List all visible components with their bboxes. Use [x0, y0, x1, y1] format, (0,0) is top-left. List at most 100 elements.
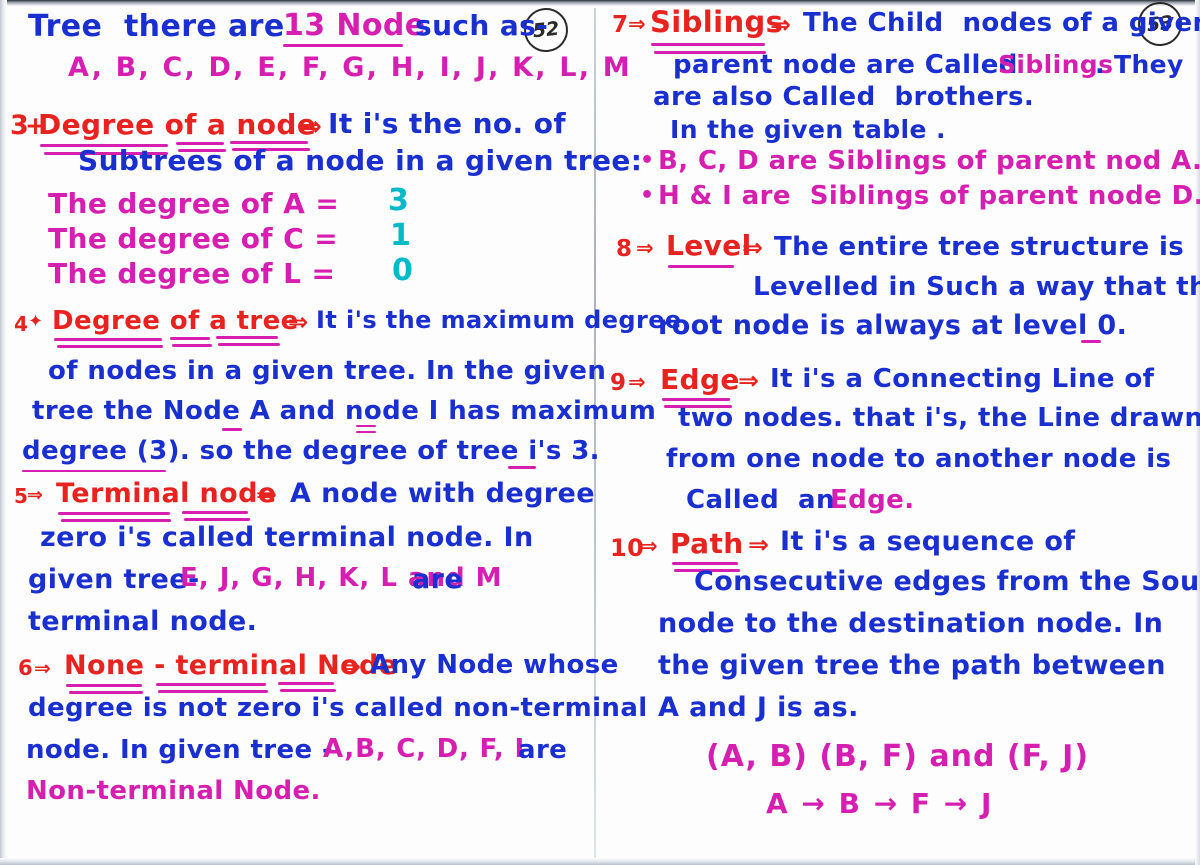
- item-3-line-1: It i's the no. of: [328, 107, 566, 140]
- item-5-arrow: ⇒: [256, 480, 278, 509]
- right-page: 53 7 ⇒ Siblings ⇒ The Child nodes of a g…: [598, 0, 1200, 865]
- item-8-title: Level: [666, 229, 752, 262]
- item-8-bullet: ⇒: [636, 236, 654, 260]
- item-7-arrow: ⇒: [770, 10, 792, 39]
- underline-item-4-f: [218, 343, 280, 346]
- underline-item-6-c: [156, 683, 266, 686]
- intro-text-part2: such as-: [415, 9, 549, 42]
- item-5-line-3-suffix: are: [412, 564, 464, 595]
- item-3-example-1-text: The degree of A =: [48, 187, 340, 220]
- item-3-example-2-value: 1: [390, 218, 412, 253]
- underline-item-4-a: [54, 338, 162, 341]
- item-10-path-chain: A → B → F → J: [766, 787, 994, 820]
- item-4-title: Degree of a tree: [52, 306, 299, 336]
- item-6-line-2: degree is not zero i's called non-termin…: [28, 693, 648, 723]
- item-4-line-3: tree the Node A and node I has maximum: [32, 396, 657, 426]
- item-3-example-3-text: The degree of L =: [48, 257, 336, 290]
- item-9-line-4-prefix: Called an: [686, 485, 835, 515]
- underline-item-5-a: [58, 512, 170, 515]
- underline-level-zero: [1081, 340, 1101, 343]
- underline-item-7-a: [651, 43, 765, 46]
- item-6-line-1: Any Node whose: [370, 650, 619, 680]
- underline-node-count: [283, 44, 403, 47]
- item-8-line-2: Levelled in Such a way that the: [753, 272, 1200, 302]
- item-7-number: 7: [612, 12, 629, 38]
- item-5-line-1: A node with degree: [290, 478, 595, 509]
- underline-item-6-f: [280, 689, 336, 692]
- item-9-keyword-edge: Edge.: [830, 485, 915, 515]
- node-list-all: A, B, C, D, E, F, G, H, I, J, K, L, M: [68, 52, 632, 83]
- underline-item-6-a: [66, 684, 142, 687]
- item-4-bullet: ✦: [28, 311, 44, 332]
- item-7-title: Siblings: [650, 5, 784, 39]
- underline-item-6-e: [278, 682, 334, 685]
- underline-item-5-c: [182, 511, 248, 514]
- item-6-line-3-suffix: are: [518, 735, 568, 765]
- item-9-number: 9: [610, 370, 627, 396]
- underline-node-I-a: [356, 425, 376, 427]
- notebook-page-spread: 52 Tree there are 13 Node such as- A, B,…: [0, 0, 1200, 865]
- item-10-arrow: ⇒: [748, 530, 770, 559]
- item-7-line-4: In the given table .: [670, 115, 946, 144]
- item-3-example-1-value: 3: [388, 183, 410, 218]
- item-6-number: 6: [18, 656, 34, 680]
- item-9-title: Edge: [660, 363, 740, 396]
- item-3-title: Degree of a node: [38, 108, 317, 141]
- item-8-number: 8: [616, 236, 633, 262]
- item-5-bullet: ⇒: [27, 484, 44, 506]
- item-5-line-3-prefix: given tree-: [28, 564, 200, 595]
- underline-item-4-b: [57, 345, 163, 348]
- intro-text-part1: Tree there are: [28, 9, 285, 44]
- item-6-arrow: ⇒: [340, 652, 362, 681]
- underline-item-4-d: [172, 344, 212, 347]
- item-10-line-3: node to the destination node. In: [658, 608, 1164, 639]
- item-7-bullet-dot-2: •: [640, 183, 655, 208]
- item-7-line-1: The Child nodes of a given: [803, 8, 1200, 38]
- item-3-line-2: Subtrees of a node in a given tree:: [78, 144, 643, 177]
- item-10-bullet: ⇒: [640, 534, 658, 558]
- item-10-line-5: A and J is as.: [658, 692, 859, 723]
- underline-item-4-c: [170, 337, 210, 340]
- item-8-line-1: The entire tree structure is: [774, 232, 1185, 262]
- item-7-line-2-prefix: parent node are Called: [673, 50, 1018, 80]
- item-8-arrow: ⇒: [742, 233, 764, 262]
- underline-item-8: [668, 265, 734, 268]
- item-7-sibling-example-1: B, C, D are Siblings of parent nod A.: [658, 146, 1200, 176]
- item-9-line-3: from one node to another node is: [666, 444, 1172, 474]
- item-4-line-2: of nodes in a given tree. In the given: [48, 356, 607, 386]
- item-6-node-list: A,B, C, D, F, I: [323, 734, 525, 764]
- item-6-bullet: ⇒: [34, 656, 52, 680]
- item-3-arrow: ⇒: [300, 112, 323, 142]
- item-3-example-2-text: The degree of C =: [48, 222, 339, 255]
- page-gutter-divider: [594, 8, 596, 858]
- item-6-line-4: Non-terminal Node.: [26, 776, 321, 806]
- item-10-line-4: the given tree the path between: [658, 650, 1166, 681]
- item-4-line-4: degree (3). so the degree of tree i's 3.: [22, 436, 600, 466]
- item-5-title: Terminal node: [56, 478, 277, 509]
- item-5-line-2: zero i's called terminal node. In: [40, 522, 534, 553]
- item-10-line-2: Consecutive edges from the Source: [694, 566, 1200, 597]
- item-6-line-3-prefix: node. In given tree -: [26, 735, 334, 765]
- item-10-line-1: It i's a sequence of: [780, 526, 1076, 557]
- item-7-line-3: are also Called brothers.: [653, 82, 1035, 112]
- underline-node-I-b: [356, 431, 376, 433]
- item-7-bullet-dot-1: •: [640, 148, 655, 173]
- underline-item-10-a: [672, 562, 738, 565]
- item-7-sibling-example-2: H & I are Siblings of parent node D.: [658, 181, 1200, 211]
- item-3-example-3-value: 0: [392, 253, 414, 288]
- item-9-bullet: ⇒: [628, 370, 646, 394]
- underline-node-A: [222, 428, 242, 431]
- item-9-arrow: ⇒: [738, 366, 760, 395]
- left-page: 52 Tree there are 13 Node such as- A, B,…: [0, 0, 681, 865]
- item-10-path-pairs: (A, B) (B, F) and (F, J): [706, 739, 1090, 774]
- intro-highlight-node-count: 13 Node: [283, 8, 426, 43]
- item-8-line-3: root node is always at level 0.: [658, 310, 1128, 341]
- underline-tree-degree-value: [508, 466, 536, 469]
- item-7-bullet: ⇒: [628, 12, 646, 36]
- underline-item-9-a: [662, 398, 730, 401]
- underline-item-5-d: [184, 518, 250, 521]
- underline-item-4-e: [216, 336, 278, 339]
- item-4-arrow: ⇒: [288, 308, 309, 336]
- item-4-number: 4: [14, 312, 29, 336]
- item-9-line-2: two nodes. that i's, the Line drawn: [678, 403, 1200, 433]
